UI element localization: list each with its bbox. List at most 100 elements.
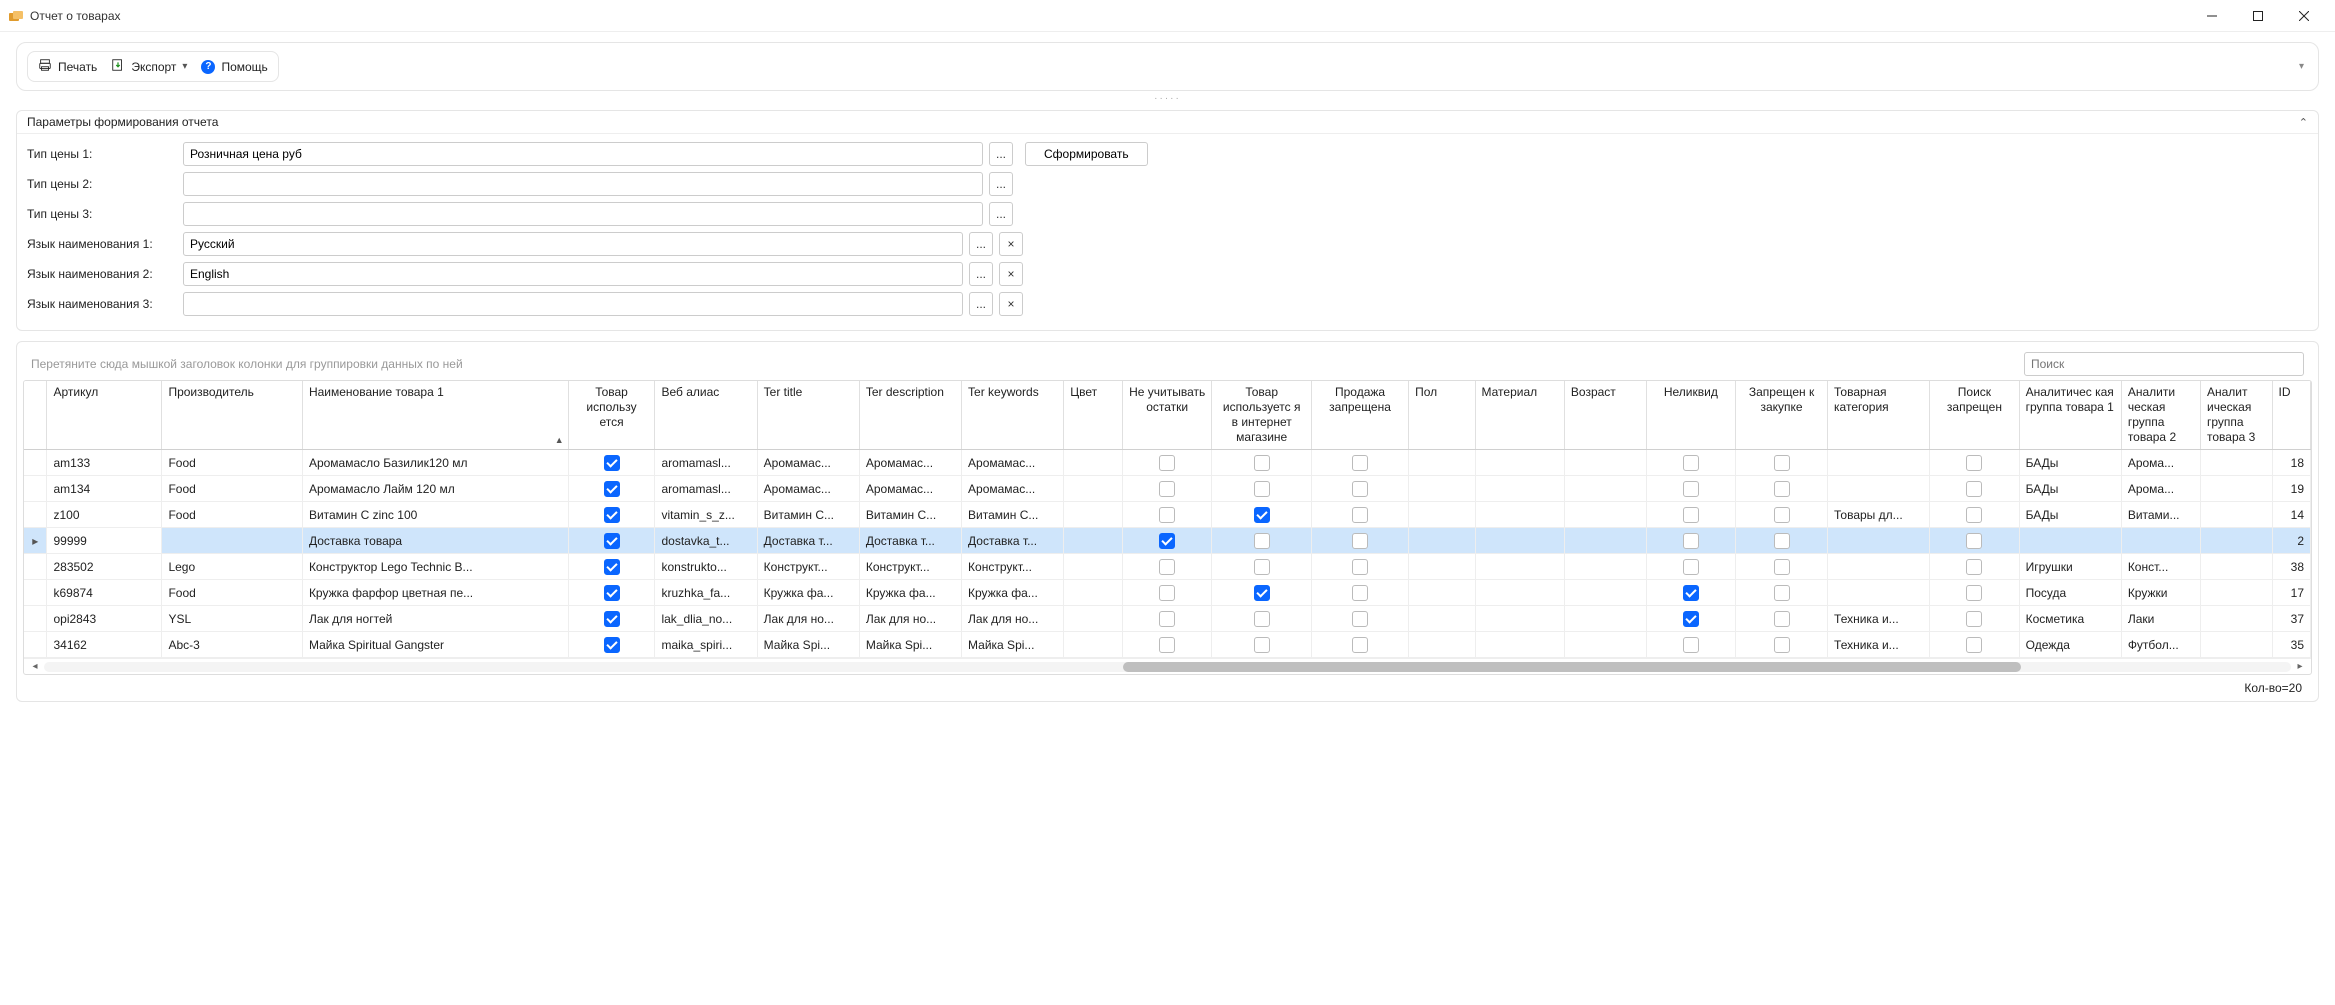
checkbox[interactable]	[1159, 559, 1175, 575]
col-ag1[interactable]: Аналитичес кая группа товара 1	[2019, 381, 2121, 450]
cell-name1[interactable]: Аромамасло Лайм 120 мл	[302, 476, 568, 502]
cell-gender[interactable]	[1409, 580, 1475, 606]
cell-ag3[interactable]	[2201, 580, 2273, 606]
checkbox[interactable]	[604, 637, 620, 653]
toolbar-collapse-button[interactable]: ▾	[2295, 57, 2308, 76]
cell-no-buy[interactable]	[1736, 476, 1828, 502]
checkbox[interactable]	[1159, 637, 1175, 653]
cell-no-sale[interactable]	[1312, 502, 1409, 528]
cell-ag3[interactable]	[2201, 606, 2273, 632]
cell-id[interactable]: 14	[2272, 502, 2310, 528]
checkbox[interactable]	[1254, 611, 1270, 627]
cell-id[interactable]: 18	[2272, 450, 2310, 476]
cell-art[interactable]: am134	[47, 476, 162, 502]
cell-color[interactable]	[1064, 554, 1123, 580]
cell-color[interactable]	[1064, 580, 1123, 606]
checkbox[interactable]	[1966, 455, 1982, 471]
cell-age[interactable]	[1564, 606, 1646, 632]
checkbox[interactable]	[1966, 507, 1982, 523]
cell-material[interactable]	[1475, 476, 1564, 502]
cell-manufacturer[interactable]: Food	[162, 476, 303, 502]
checkbox[interactable]	[1774, 559, 1790, 575]
cell-no-search[interactable]	[1930, 606, 2019, 632]
cell-no-ost[interactable]	[1122, 528, 1211, 554]
cell-ter-key[interactable]: Аромамас...	[962, 450, 1064, 476]
cell-ter-key[interactable]: Конструкт...	[962, 554, 1064, 580]
cell-ter-key[interactable]: Майка Spi...	[962, 632, 1064, 658]
cell-name1[interactable]: Конструктор Lego Technic B...	[302, 554, 568, 580]
cell-manufacturer[interactable]: Abc-3	[162, 632, 303, 658]
cell-age[interactable]	[1564, 580, 1646, 606]
cell-ter-title[interactable]: Аромамас...	[757, 450, 859, 476]
cell-no-buy[interactable]	[1736, 450, 1828, 476]
table-row[interactable]: 283502LegoКонструктор Lego Technic B...k…	[24, 554, 2311, 580]
cell-id[interactable]: 2	[2272, 528, 2310, 554]
cell-ag1[interactable]: Игрушки	[2019, 554, 2121, 580]
cell-color[interactable]	[1064, 632, 1123, 658]
table-row[interactable]: 34162Abc-3Майка Spiritual Gangstermaika_…	[24, 632, 2311, 658]
cell-ter-desc[interactable]: Майка Spi...	[859, 632, 961, 658]
cell-ter-title[interactable]: Кружка фа...	[757, 580, 859, 606]
export-button[interactable]: Экспорт ▾	[111, 58, 187, 75]
cell-category[interactable]: Товары дл...	[1828, 502, 1930, 528]
cell-alias[interactable]: maika_spiri...	[655, 632, 757, 658]
cell-no-search[interactable]	[1930, 554, 2019, 580]
cell-no-search[interactable]	[1930, 580, 2019, 606]
checkbox[interactable]	[1683, 455, 1699, 471]
cell-no-sale[interactable]	[1312, 554, 1409, 580]
cell-no-search[interactable]	[1930, 450, 2019, 476]
lang2-picker-button[interactable]: ...	[969, 262, 993, 286]
price1-picker-button[interactable]: ...	[989, 142, 1013, 166]
scroll-left-icon[interactable]: ◂	[28, 661, 42, 672]
checkbox[interactable]	[1966, 481, 1982, 497]
cell-ishop[interactable]	[1212, 606, 1312, 632]
cell-name1[interactable]: Доставка товара	[302, 528, 568, 554]
price3-input[interactable]	[183, 202, 983, 226]
expand-button[interactable]	[24, 502, 47, 528]
table-row[interactable]: z100FoodВитамин C zinc 100vitamin_s_z...…	[24, 502, 2311, 528]
cell-used[interactable]	[568, 554, 655, 580]
expand-button[interactable]	[24, 606, 47, 632]
cell-gender[interactable]	[1409, 476, 1475, 502]
checkbox[interactable]	[1352, 637, 1368, 653]
col-no-search[interactable]: Поиск запрещен	[1930, 381, 2019, 450]
cell-no-buy[interactable]	[1736, 554, 1828, 580]
lang3-picker-button[interactable]: ...	[969, 292, 993, 316]
cell-age[interactable]	[1564, 476, 1646, 502]
cell-no-sale[interactable]	[1312, 476, 1409, 502]
col-ter-title[interactable]: Ter title	[757, 381, 859, 450]
col-alias[interactable]: Веб алиас	[655, 381, 757, 450]
cell-art[interactable]: opi2843	[47, 606, 162, 632]
cell-ter-key[interactable]: Кружка фа...	[962, 580, 1064, 606]
cell-material[interactable]	[1475, 632, 1564, 658]
cell-used[interactable]	[568, 528, 655, 554]
cell-gender[interactable]	[1409, 606, 1475, 632]
cell-manufacturer[interactable]: Food	[162, 580, 303, 606]
cell-ter-title[interactable]: Конструкт...	[757, 554, 859, 580]
maximize-button[interactable]	[2235, 0, 2281, 32]
cell-category[interactable]	[1828, 528, 1930, 554]
cell-color[interactable]	[1064, 450, 1123, 476]
cell-color[interactable]	[1064, 476, 1123, 502]
cell-ishop[interactable]	[1212, 476, 1312, 502]
checkbox[interactable]	[1254, 507, 1270, 523]
checkbox[interactable]	[1683, 611, 1699, 627]
checkbox[interactable]	[1774, 507, 1790, 523]
expand-button[interactable]	[24, 450, 47, 476]
cell-ishop[interactable]	[1212, 450, 1312, 476]
cell-manufacturer[interactable]: Food	[162, 502, 303, 528]
cell-no-sale[interactable]	[1312, 606, 1409, 632]
col-gender[interactable]: Пол	[1409, 381, 1475, 450]
cell-ag2[interactable]	[2121, 528, 2200, 554]
cell-ag3[interactable]	[2201, 632, 2273, 658]
generate-button[interactable]: Сформировать	[1025, 142, 1148, 166]
cell-art[interactable]: am133	[47, 450, 162, 476]
cell-id[interactable]: 38	[2272, 554, 2310, 580]
group-by-hint[interactable]: Перетяните сюда мышкой заголовок колонки…	[31, 357, 2016, 371]
table-row[interactable]: am133FoodАромамасло Базилик120 млaromama…	[24, 450, 2311, 476]
lang1-picker-button[interactable]: ...	[969, 232, 993, 256]
cell-ag2[interactable]: Конст...	[2121, 554, 2200, 580]
cell-illiquid[interactable]	[1646, 450, 1735, 476]
cell-ag3[interactable]	[2201, 502, 2273, 528]
cell-alias[interactable]: lak_dlia_no...	[655, 606, 757, 632]
